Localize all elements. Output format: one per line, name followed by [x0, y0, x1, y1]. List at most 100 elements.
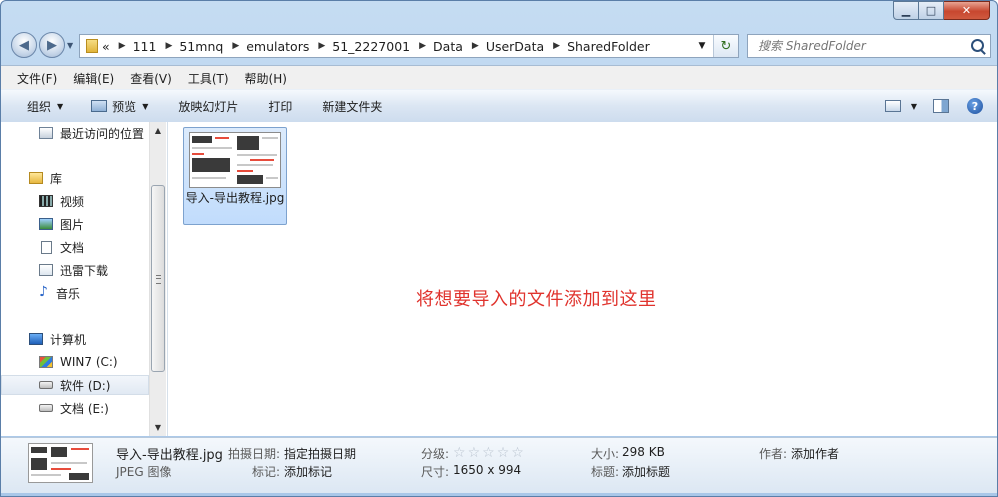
- rating-stars[interactable]: ☆ ☆ ☆ ☆ ☆: [453, 446, 524, 460]
- sidebar-item-videos[interactable]: 视频: [1, 191, 149, 211]
- refresh-button[interactable]: ↻: [713, 35, 738, 57]
- explorer-window: ▁ □ ✕ ◀ ▶ ▼ «▶ 111 ▶ 51mnq ▶ emulators ▶ 51…: [0, 0, 998, 497]
- system-drive-icon: [39, 356, 53, 368]
- drive-icon: [39, 381, 53, 389]
- star-icon[interactable]: ☆: [453, 446, 466, 460]
- size-label: 大小:: [591, 447, 620, 461]
- help-icon[interactable]: ?: [967, 98, 983, 114]
- view-options-dropdown[interactable]: ▼: [911, 102, 917, 111]
- crumb-data[interactable]: Data ▶: [433, 39, 486, 54]
- computer-icon: [29, 333, 43, 345]
- print-button[interactable]: 打印: [250, 98, 304, 115]
- chevron-down-icon: ▼: [142, 101, 149, 111]
- title-value[interactable]: 添加标题: [622, 463, 670, 480]
- chevron-down-icon: ▼: [57, 101, 64, 111]
- menu-file[interactable]: 文件(F): [1, 70, 65, 87]
- star-icon[interactable]: ☆: [468, 446, 481, 460]
- crumb-sharedfolder[interactable]: SharedFolder: [567, 39, 650, 54]
- drive-icon: [39, 404, 53, 412]
- thunder-download-icon: [39, 264, 53, 276]
- forward-arrow-icon: ▶: [47, 37, 57, 53]
- sidebar-item-computer[interactable]: 计算机: [1, 329, 149, 349]
- new-folder-button[interactable]: 新建文件夹: [304, 98, 394, 115]
- address-overflow[interactable]: «▶: [102, 39, 133, 54]
- drop-hint-text: 将想要导入的文件添加到这里: [416, 289, 657, 310]
- file-list-area[interactable]: 导入-导出教程.jpg 将想要导入的文件添加到这里: [168, 122, 997, 436]
- details-thumbnail: [28, 443, 93, 483]
- search-icon[interactable]: [971, 39, 984, 52]
- preview-button[interactable]: 预览 ▼: [75, 98, 160, 115]
- maximize-button[interactable]: □: [919, 1, 944, 20]
- sidebar-item-thunder-downloads[interactable]: 迅雷下载: [1, 260, 149, 280]
- size-value: 298 KB: [622, 445, 665, 459]
- minimize-button[interactable]: ▁: [893, 1, 919, 20]
- pictures-icon: [39, 218, 53, 230]
- address-bar[interactable]: «▶ 111 ▶ 51mnq ▶ emulators ▶ 51_2227001 ▶ Da…: [79, 34, 739, 58]
- toolbar-right: ▼ ?: [884, 90, 997, 122]
- address-history-dropdown[interactable]: ▼: [694, 35, 710, 57]
- details-pane: 导入-导出教程.jpg JPEG 图像 拍摄日期: 指定拍摄日期 标记: 添加标…: [1, 437, 997, 493]
- file-item[interactable]: 导入-导出教程.jpg: [183, 127, 287, 225]
- sidebar-item-documents[interactable]: 文档: [1, 237, 149, 257]
- sidebar-item-music[interactable]: ♪ 音乐: [1, 283, 149, 303]
- date-taken-label: 拍摄日期:: [228, 447, 281, 461]
- search-input[interactable]: [756, 38, 970, 54]
- star-icon[interactable]: ☆: [482, 446, 495, 460]
- recent-places-icon: [39, 127, 53, 139]
- crumb-separator-icon: ▶: [553, 41, 561, 51]
- nav-scrollbar[interactable]: ▲ ▼: [149, 122, 166, 436]
- change-view-icon[interactable]: [884, 100, 901, 112]
- menu-view[interactable]: 查看(V): [122, 70, 180, 87]
- grip-icon: [156, 275, 161, 284]
- crumb-111[interactable]: 111 ▶: [133, 39, 180, 54]
- crumb-separator-icon: ▶: [471, 41, 479, 51]
- folder-icon: [86, 39, 98, 53]
- tags-value[interactable]: 添加标记: [284, 463, 332, 480]
- details-file-name: 导入-导出教程.jpg: [116, 448, 223, 463]
- scrollbar-thumb[interactable]: [151, 185, 165, 372]
- dimensions-label: 尺寸:: [421, 465, 450, 479]
- crumb-separator-icon: ▶: [232, 41, 240, 51]
- crumb-userdata[interactable]: UserData ▶: [486, 39, 567, 54]
- sidebar-item-libraries[interactable]: 库: [1, 168, 149, 188]
- navigation-pane: 最近访问的位置 库 视频 图片 文档 迅雷下载 ♪ 音乐 计算机 WIN7 (C:…: [1, 122, 168, 436]
- back-button[interactable]: ◀: [11, 32, 37, 58]
- sidebar-item-pictures[interactable]: 图片: [1, 214, 149, 234]
- file-thumbnail: [189, 132, 281, 188]
- video-icon: [39, 195, 53, 207]
- star-icon[interactable]: ☆: [511, 446, 524, 460]
- menu-edit[interactable]: 编辑(E): [65, 70, 122, 87]
- sidebar-item-drive-e[interactable]: 文档 (E:): [1, 398, 149, 418]
- details-file-type: JPEG 图像: [116, 465, 172, 479]
- slideshow-button[interactable]: 放映幻灯片: [160, 98, 250, 115]
- crumb-separator-icon: ▶: [165, 41, 173, 51]
- navigation-bar: ◀ ▶ ▼ «▶ 111 ▶ 51mnq ▶ emulators ▶ 51_22270…: [9, 31, 991, 61]
- close-button[interactable]: ✕: [944, 1, 990, 20]
- preview-pane-icon[interactable]: [933, 99, 949, 113]
- author-value[interactable]: 添加作者: [791, 445, 839, 462]
- search-box[interactable]: [747, 34, 991, 58]
- menu-tools[interactable]: 工具(T): [180, 70, 237, 87]
- tags-label: 标记:: [252, 465, 281, 479]
- crumb-separator-icon: ▶: [118, 41, 126, 51]
- organize-button[interactable]: 组织 ▼: [1, 98, 75, 115]
- recent-pages-dropdown[interactable]: ▼: [67, 41, 73, 50]
- crumb-emulators[interactable]: emulators ▶: [246, 39, 332, 54]
- sidebar-item-drive-d[interactable]: 软件 (D:): [1, 375, 149, 395]
- date-taken-value[interactable]: 指定拍摄日期: [284, 445, 356, 462]
- star-icon[interactable]: ☆: [497, 446, 510, 460]
- sidebar-item-recent-places[interactable]: 最近访问的位置: [1, 123, 149, 143]
- caption-buttons: ▁ □ ✕: [893, 1, 990, 21]
- forward-button[interactable]: ▶: [39, 32, 65, 58]
- crumb-separator-icon: ▶: [419, 41, 427, 51]
- crumb-51mnq[interactable]: 51mnq ▶: [179, 39, 246, 54]
- crumb-separator-icon: ▶: [318, 41, 326, 51]
- preview-icon: [91, 100, 108, 112]
- crumb-51-2227001[interactable]: 51_2227001 ▶: [332, 39, 433, 54]
- scroll-up-arrow-icon[interactable]: ▲: [150, 122, 166, 138]
- sidebar-item-drive-c[interactable]: WIN7 (C:): [1, 352, 149, 372]
- scroll-down-arrow-icon[interactable]: ▼: [150, 419, 166, 435]
- back-arrow-icon: ◀: [19, 37, 29, 53]
- library-icon: [29, 172, 43, 184]
- menu-help[interactable]: 帮助(H): [237, 70, 295, 87]
